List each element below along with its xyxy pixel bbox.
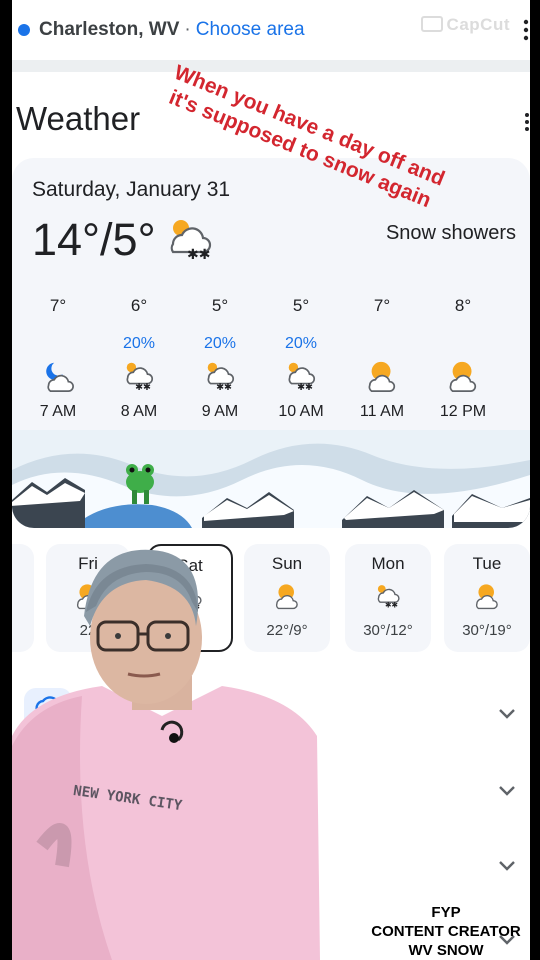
hourly-temp: 6° xyxy=(130,296,148,315)
hourly-temp: 5° xyxy=(292,296,310,315)
hourly-item: 8° 12 PM xyxy=(433,296,493,421)
hourly-time: 10 AM xyxy=(278,403,324,420)
person-overlay: NEW YORK CITY xyxy=(12,549,320,960)
hourly-precip xyxy=(352,335,412,355)
hourly-time: 11 AM xyxy=(359,403,405,420)
capcut-logo-icon xyxy=(420,16,443,32)
choose-area-link[interactable]: Choose area xyxy=(196,19,305,41)
location-separator: · xyxy=(184,19,191,40)
condition-text: Snow showers xyxy=(385,222,516,244)
hourly-precip: 20% xyxy=(203,335,237,352)
snowy-hills-illustration xyxy=(12,430,530,528)
snow-icon: ✱✱ xyxy=(126,362,154,393)
tag-line-2: CONTENT CREATOR xyxy=(371,923,521,940)
today-temperatures: 14°/5° xyxy=(32,214,156,265)
location-city: Charleston, WV xyxy=(39,19,180,40)
moon-cloud-icon xyxy=(46,362,74,392)
snow-icon: ✱✱ xyxy=(377,585,400,610)
chevron-down-icon[interactable] xyxy=(498,785,516,797)
snow-icon: ✱✱ xyxy=(288,362,316,393)
day-card-mon[interactable]: Mon ✱✱ 30°/12° xyxy=(345,544,431,652)
day-name: Mon xyxy=(371,554,405,573)
hourly-temp: 7° xyxy=(49,296,67,315)
location-dot-icon xyxy=(18,24,30,36)
weather-card: Saturday, January 31 14°/5° ✱✱ Snow show… xyxy=(12,158,530,528)
hourly-item: 7° 7 AM xyxy=(28,296,88,421)
hourly-time: 12 PM xyxy=(439,403,487,420)
sun-cloud-icon xyxy=(449,361,477,392)
svg-text:✱✱: ✱✱ xyxy=(216,382,232,393)
sun-cloud-icon xyxy=(475,584,498,610)
hourly-item: 6° 20% ✱✱ 8 AM xyxy=(109,296,169,421)
hourly-temp: 5° xyxy=(211,296,229,315)
day-temp-range: 30°/12° xyxy=(363,622,413,639)
day-card-tue[interactable]: Tue 30°/19° xyxy=(444,544,530,652)
hourly-precip: 20% xyxy=(122,335,156,352)
more-options-icon[interactable] xyxy=(522,19,530,41)
hourly-precip xyxy=(28,335,88,355)
hourly-item: 5° 20% ✱✱ 10 AM xyxy=(271,296,331,421)
weather-title: Weather xyxy=(16,100,141,137)
sun-cloud-icon xyxy=(368,361,396,392)
hourly-time: 9 AM xyxy=(201,403,239,420)
weather-more-icon[interactable] xyxy=(524,112,530,132)
overlay-tag: FYP CONTENT CREATOR WV SNOW xyxy=(362,903,530,960)
tag-line-1: FYP xyxy=(431,904,461,921)
forecast-date: Saturday, January 31 xyxy=(32,178,231,201)
hourly-item: 7° 11 AM xyxy=(352,296,412,421)
svg-text:✱✱: ✱✱ xyxy=(135,382,151,393)
snow-icon: ✱✱ xyxy=(170,220,212,260)
chevron-down-icon[interactable] xyxy=(498,860,516,872)
hourly-temp: 8° xyxy=(454,296,472,315)
hourly-item: 5° 20% ✱✱ 9 AM xyxy=(190,296,250,421)
svg-text:✱✱: ✱✱ xyxy=(385,601,399,610)
svg-text:✱✱: ✱✱ xyxy=(297,382,313,393)
day-name: Tue xyxy=(472,554,502,573)
tag-line-3: WV SNOW xyxy=(408,942,484,959)
day-temp-range: 30°/19° xyxy=(462,622,512,639)
capcut-watermark: CapCut xyxy=(420,15,510,35)
hourly-precip: 20% xyxy=(284,335,318,352)
hourly-time: 8 AM xyxy=(120,403,158,420)
chevron-down-icon[interactable] xyxy=(498,708,516,720)
hourly-precip xyxy=(433,335,493,355)
snow-icon: ✱✱ xyxy=(207,362,235,393)
hourly-time: 7 AM xyxy=(39,403,77,420)
svg-text:✱✱: ✱✱ xyxy=(187,247,210,260)
hourly-temp: 7° xyxy=(373,296,391,315)
section-divider xyxy=(12,60,530,72)
